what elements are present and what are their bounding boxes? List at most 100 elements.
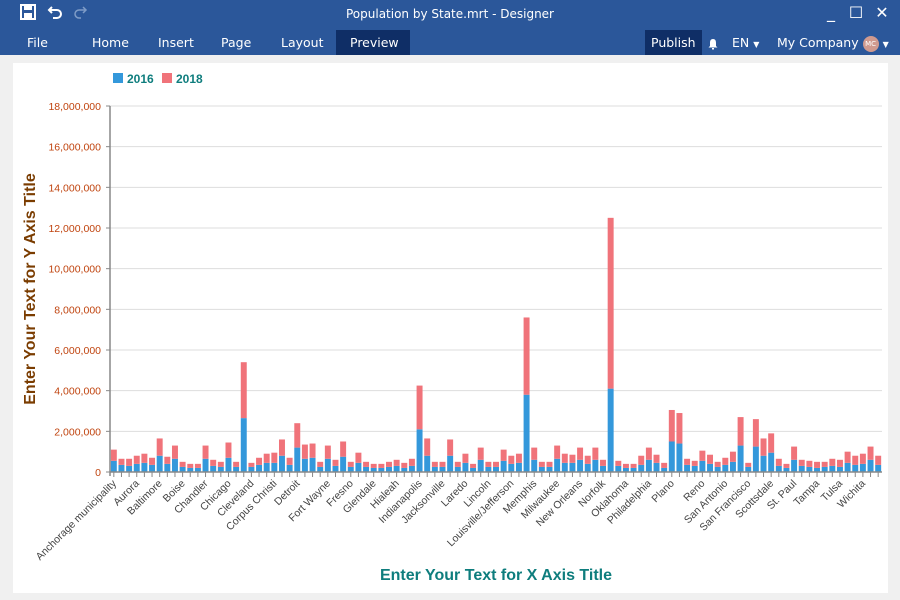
bar-2016 <box>294 447 301 472</box>
bar-2016 <box>836 466 843 472</box>
minimize-button[interactable]: _ <box>818 3 844 22</box>
language-selector[interactable]: EN ▼ <box>732 30 759 55</box>
bar-2016 <box>584 463 591 472</box>
bar-2016 <box>156 455 163 472</box>
bar-2018 <box>554 445 561 459</box>
bar-2016 <box>355 462 362 472</box>
bar-2018 <box>477 447 484 460</box>
bar-2016 <box>324 458 331 472</box>
bar-2016 <box>577 459 584 472</box>
bar-2018 <box>561 453 568 463</box>
bar-2018 <box>378 463 385 468</box>
bar-2016 <box>439 466 446 472</box>
bar-2016 <box>210 465 217 472</box>
bar-2018 <box>447 439 454 456</box>
bar-2018 <box>622 463 629 468</box>
y-tick-label: 4,000,000 <box>54 386 101 398</box>
bar-2018 <box>729 451 736 462</box>
bar-2018 <box>317 461 324 467</box>
bar-2018 <box>355 452 362 463</box>
bar-2018 <box>141 453 148 463</box>
bar-2016 <box>317 466 324 472</box>
bar-2018 <box>745 462 752 467</box>
bar-2016 <box>340 456 347 472</box>
bar-2016 <box>691 465 698 472</box>
tab-file[interactable]: File <box>13 30 62 55</box>
bar-2016 <box>217 466 224 472</box>
maximize-button[interactable]: ☐ <box>843 3 869 22</box>
bar-2018 <box>271 452 278 463</box>
bar-2016 <box>416 429 423 472</box>
avatar: MC <box>862 35 879 52</box>
bar-2018 <box>783 463 790 468</box>
bell-icon[interactable] <box>707 30 719 55</box>
legend-swatch-2016 <box>113 73 123 83</box>
bar-2016 <box>684 464 691 472</box>
bar-2018 <box>370 463 377 468</box>
bar-2018 <box>836 459 843 467</box>
bar-2016 <box>615 465 622 472</box>
tab-insert[interactable]: Insert <box>144 30 208 55</box>
bar-2016 <box>363 466 370 472</box>
bar-2016 <box>729 461 736 472</box>
bar-2018 <box>225 442 232 458</box>
bar-2016 <box>852 464 859 472</box>
tab-layout[interactable]: Layout <box>267 30 338 55</box>
publish-button[interactable]: Publish <box>645 30 702 55</box>
bar-2018 <box>737 417 744 446</box>
bar-2018 <box>500 449 507 461</box>
bar-2016 <box>737 445 744 472</box>
bar-2016 <box>179 466 186 472</box>
bar-2016 <box>806 466 813 472</box>
bar-2018 <box>531 447 538 460</box>
bar-2016 <box>508 463 515 472</box>
bar-2018 <box>600 459 606 466</box>
bar-2018 <box>653 454 660 463</box>
chevron-down-icon: ▼ <box>882 40 889 49</box>
x-axis-title: Enter Your Text for X Axis Title <box>380 567 612 584</box>
bar-2018 <box>538 461 545 467</box>
legend-swatch-2018 <box>162 73 172 83</box>
bar-2018 <box>340 441 347 457</box>
bar-2016 <box>714 466 721 472</box>
account-menu[interactable]: My Company MC ▼ <box>777 30 889 55</box>
bar-2018 <box>485 461 492 467</box>
bar-2018 <box>775 458 782 466</box>
bar-2016 <box>271 462 278 472</box>
bar-2016 <box>424 455 431 472</box>
bar-2018 <box>615 460 622 466</box>
bar-2016 <box>752 446 759 472</box>
tab-preview[interactable]: Preview <box>336 30 410 55</box>
y-tick-label: 2,000,000 <box>54 426 101 438</box>
bar-2016 <box>408 465 415 472</box>
bar-2016 <box>263 462 270 472</box>
y-tick-label: 12,000,000 <box>48 223 101 235</box>
bar-2018 <box>278 439 285 456</box>
bar-2016 <box>286 464 293 472</box>
bar-2018 <box>416 385 423 430</box>
bar-2016 <box>393 465 400 472</box>
bar-2016 <box>538 466 545 472</box>
bar-2018 <box>546 461 553 467</box>
x-tick-label: Plano <box>649 478 677 506</box>
tab-page[interactable]: Page <box>207 30 265 55</box>
close-button[interactable]: ✕ <box>869 3 895 22</box>
bar-2016 <box>600 465 606 472</box>
bar-2016 <box>844 462 851 472</box>
bar-2018 <box>859 453 866 464</box>
bar-2016 <box>569 462 576 472</box>
bar-2016 <box>447 455 454 472</box>
bar-2016 <box>309 457 316 472</box>
tab-home[interactable]: Home <box>78 30 143 55</box>
bar-2016 <box>867 459 874 472</box>
bar-2018 <box>676 413 683 444</box>
bar-2016 <box>645 459 652 472</box>
bar-2016 <box>592 459 599 472</box>
bar-2016 <box>256 464 263 472</box>
bar-2018 <box>118 458 125 465</box>
bar-2016 <box>607 388 614 472</box>
title-bar: Population by State.mrt - Designer _ ☐ ✕ <box>0 0 900 30</box>
bar-2018 <box>493 461 499 467</box>
bar-2016 <box>561 462 568 472</box>
bar-2016 <box>133 463 140 472</box>
